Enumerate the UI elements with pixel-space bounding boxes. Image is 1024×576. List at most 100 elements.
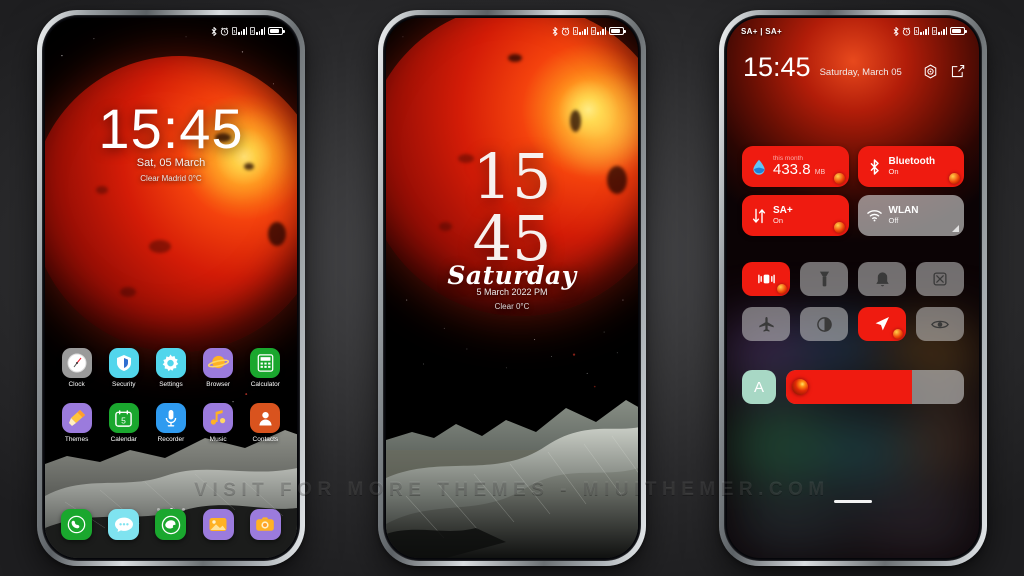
svg-text:1: 1	[915, 29, 918, 34]
battery-icon	[268, 27, 285, 35]
bell-icon	[875, 271, 889, 286]
vibrate-icon	[757, 274, 775, 284]
tile-bluetooth-text: Bluetooth On	[889, 156, 936, 177]
phone3-carrier-label: SA+ | SA+	[741, 26, 782, 36]
airplane-icon	[758, 316, 774, 332]
toggle-expand-indicator[interactable]	[777, 284, 787, 294]
lunar-terrain	[386, 400, 638, 558]
tile-mobile-data-text: this month 433.8 MB	[773, 155, 825, 179]
sim2-signal-icon: 2	[591, 27, 606, 35]
app-label: Clock	[68, 381, 85, 388]
phone2-bezel: 1 2 15 45 Saturday 5 March 2022 PM Clear…	[383, 15, 641, 561]
phone2-status-bar: 1 2	[386, 18, 638, 44]
gear-icon[interactable]	[923, 64, 938, 79]
app-label: Recorder	[157, 436, 185, 443]
toggle-expand-indicator[interactable]	[893, 329, 903, 339]
edit-icon[interactable]	[950, 64, 965, 79]
phone3-screen[interactable]: SA+ | SA+ 1 2 15:45 Saturday, March 05 t…	[727, 18, 979, 558]
contrast-icon	[816, 316, 832, 332]
blurred-home-backdrop	[727, 314, 979, 558]
svg-text:2: 2	[251, 29, 254, 34]
app-row-1: Clock Security Settings Browser Calculat…	[45, 348, 297, 388]
tile-sa-plus-text: SA+ On	[773, 205, 793, 226]
lockscreen1-date: Sat, 05 March	[136, 157, 206, 169]
bluetooth-icon	[211, 26, 217, 36]
lockscreen1-time: 15:45	[98, 97, 244, 160]
wifi-icon	[866, 208, 882, 223]
camera-icon[interactable]	[249, 509, 281, 540]
sim1-signal-icon: 1	[573, 27, 588, 35]
tile-expand-indicator[interactable]	[833, 222, 845, 233]
chat-icon[interactable]	[155, 509, 187, 540]
lockscreen2-weekday: Saturday	[447, 261, 577, 290]
gallery-image-icon[interactable]	[202, 509, 234, 540]
quick-toggle-grid	[742, 262, 964, 341]
app-calculator[interactable]: Calculator	[245, 348, 285, 388]
toggle-reading-mode[interactable]	[916, 307, 964, 341]
toggle-vibrate[interactable]	[742, 262, 790, 296]
tile-wlan[interactable]: WLAN Off	[857, 195, 964, 236]
app-clock[interactable]: Clock	[57, 348, 97, 388]
bluetooth-icon	[893, 26, 899, 36]
sim2-signal-icon: 2	[250, 27, 265, 35]
svg-text:5: 5	[121, 415, 126, 425]
tile-sa-plus-title: SA+	[773, 204, 793, 216]
toggle-location[interactable]	[858, 307, 906, 341]
app-calendar[interactable]: 5 Calendar	[104, 403, 144, 443]
toggle-flashlight[interactable]	[800, 262, 848, 296]
music-note-icon	[203, 403, 234, 433]
control-center-date: Saturday, March 05	[819, 66, 902, 78]
control-center-header-actions	[923, 64, 965, 79]
app-themes[interactable]: Themes	[57, 403, 97, 443]
app-browser[interactable]: Browser	[198, 348, 238, 388]
bluetooth-icon	[552, 26, 558, 36]
auto-brightness-button[interactable]: A	[742, 370, 776, 404]
tile-expand-indicator[interactable]	[949, 173, 960, 184]
app-label: Settings	[159, 381, 183, 388]
toggle-screenshot[interactable]	[916, 262, 964, 296]
app-settings[interactable]: Settings	[151, 348, 191, 388]
brightness-slider[interactable]	[786, 370, 964, 404]
app-label: Calculator	[250, 381, 280, 388]
tile-bluetooth[interactable]: Bluetooth On	[857, 146, 964, 187]
message-bubble-icon[interactable]	[108, 509, 140, 540]
phone-handset-icon[interactable]	[61, 509, 93, 540]
location-arrow-icon	[875, 317, 889, 331]
screenshot-crop-icon	[933, 272, 947, 286]
app-contacts[interactable]: Contacts	[245, 403, 285, 443]
app-label: Security	[112, 381, 136, 388]
tile-mobile-data-value: 433.8	[773, 160, 811, 178]
phone1-status-icons: 1 2	[211, 26, 285, 36]
tile-mobile-data[interactable]: this month 433.8 MB	[742, 146, 849, 187]
tile-wlan-state: Off	[888, 216, 899, 226]
alarm-icon	[561, 27, 570, 36]
app-label: Music	[209, 436, 227, 443]
toggle-airplane-mode[interactable]	[742, 307, 790, 341]
phone2-status-icons: 1 2	[552, 26, 626, 36]
bluetooth-icon	[867, 158, 882, 175]
phone1-screen[interactable]: 1 2 15:45 Sat, 05 March Clear Madrid 0°C	[45, 18, 297, 558]
battery-icon	[950, 27, 967, 35]
sim1-signal-icon: 1	[914, 27, 929, 35]
app-security[interactable]: Security	[104, 348, 144, 388]
app-recorder[interactable]: Recorder	[151, 403, 191, 443]
toggle-ringer[interactable]	[858, 262, 906, 296]
toggle-dark-mode[interactable]	[800, 307, 848, 341]
quick-setting-tiles: this month 433.8 MB Bluetooth On SA+ On …	[742, 146, 964, 236]
tile-sa-plus-state: On	[773, 216, 784, 226]
tile-expand-indicator[interactable]	[949, 222, 960, 233]
phone-device-3: SA+ | SA+ 1 2 15:45 Saturday, March 05 t…	[719, 10, 987, 566]
brightness-slider-thumb[interactable]	[792, 379, 808, 395]
phone3-bezel: SA+ | SA+ 1 2 15:45 Saturday, March 05 t…	[724, 15, 982, 561]
phone2-screen[interactable]: 1 2 15 45 Saturday 5 March 2022 PM Clear…	[386, 18, 638, 558]
svg-text:2: 2	[592, 29, 595, 34]
phone1-status-bar: 1 2	[45, 18, 297, 44]
tile-sa-plus[interactable]: SA+ On	[742, 195, 849, 236]
app-label: Contacts	[252, 436, 279, 443]
home-indicator[interactable]	[834, 500, 872, 503]
tile-expand-indicator[interactable]	[833, 173, 845, 184]
microphone-icon	[155, 403, 186, 433]
shield-icon	[108, 348, 139, 378]
battery-icon	[609, 27, 626, 35]
app-music[interactable]: Music	[198, 403, 238, 443]
